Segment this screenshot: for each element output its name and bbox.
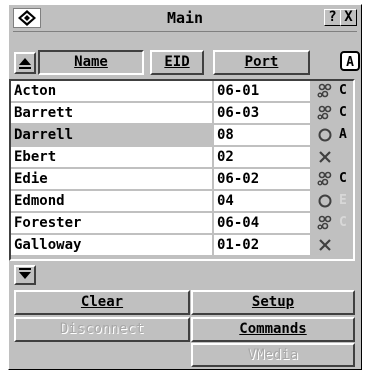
server-status: C [312, 103, 353, 124]
server-name: Galloway [11, 235, 212, 256]
commands-label: Commands [239, 321, 307, 337]
server-name: Barrett [11, 103, 212, 124]
clear-button[interactable]: Clear [14, 290, 190, 315]
server-status: C [312, 213, 353, 234]
server-status: C [312, 81, 353, 102]
server-port: 06-01 [214, 81, 310, 102]
sort-port-button[interactable]: Port [213, 50, 310, 75]
disconnect-label: Disconnect [59, 321, 145, 337]
title-divider [13, 31, 357, 32]
server-port: 01-02 [214, 235, 310, 256]
server-status [312, 147, 353, 168]
sort-port-label: Port [244, 54, 279, 70]
vmedia-label: VMedia [247, 347, 299, 363]
server-port: 04 [214, 191, 310, 212]
server-name: Edmond [11, 191, 212, 212]
server-row[interactable]: Forester 06-04 C [11, 213, 353, 235]
channel-letter: C [339, 215, 347, 230]
server-row[interactable]: Barrett 06-03 C [11, 103, 353, 125]
svg-text:A: A [346, 55, 354, 70]
server-name: Ebert [11, 147, 212, 168]
access-toggle-icon[interactable]: A [339, 50, 361, 72]
server-row[interactable]: Ebert 02 [11, 147, 353, 169]
channel-letter: C [339, 171, 347, 186]
setup-button[interactable]: Setup [191, 290, 355, 315]
server-row[interactable]: Darrell 08 A [11, 125, 353, 147]
server-row[interactable]: Acton 06-01 C [11, 81, 353, 103]
arrow-down-icon [19, 268, 31, 279]
server-list: Acton 06-01 C Barrett 06-03 C Darrell 08 A Ebert 0… [9, 79, 355, 261]
channel-letter: E [339, 193, 347, 208]
server-status: C [312, 169, 353, 190]
sort-name-label: Name [74, 54, 108, 70]
server-row[interactable]: Galloway 01-02 [11, 235, 353, 257]
channel-letter: C [339, 105, 347, 120]
server-name: Forester [11, 213, 212, 234]
scroll-up-button[interactable] [14, 52, 36, 74]
vmedia-button[interactable]: VMedia [191, 343, 355, 367]
sort-eid-button[interactable]: EID [150, 50, 204, 75]
server-status: A [312, 125, 353, 146]
server-port: 06-04 [214, 213, 310, 234]
title-bar: Main ? X [13, 8, 357, 28]
server-name: Edie [11, 169, 212, 190]
arrow-up-icon [19, 58, 31, 69]
server-name: Darrell [11, 125, 212, 146]
scroll-down-button[interactable] [14, 265, 36, 285]
window-title: Main [166, 9, 204, 27]
server-port: 06-02 [214, 169, 310, 190]
help-button[interactable]: ? [324, 9, 341, 26]
server-row[interactable]: Edie 06-02 C [11, 169, 353, 191]
channel-letter: A [339, 127, 347, 142]
server-row[interactable]: Edmond 04 E [11, 191, 353, 213]
close-button[interactable]: X [340, 9, 357, 26]
commands-button[interactable]: Commands [191, 317, 355, 342]
server-port: 06-03 [214, 103, 310, 124]
server-port: 02 [214, 147, 310, 168]
setup-label: Setup [251, 294, 295, 310]
server-port: 08 [214, 125, 310, 146]
sort-eid-label: EID [164, 54, 190, 70]
clear-label: Clear [80, 294, 124, 310]
server-status [312, 235, 353, 256]
channel-letter: C [339, 83, 347, 98]
server-name: Acton [11, 81, 212, 102]
sort-name-button[interactable]: Name [38, 50, 144, 75]
disconnect-button[interactable]: Disconnect [14, 317, 190, 342]
server-status: E [312, 191, 353, 212]
